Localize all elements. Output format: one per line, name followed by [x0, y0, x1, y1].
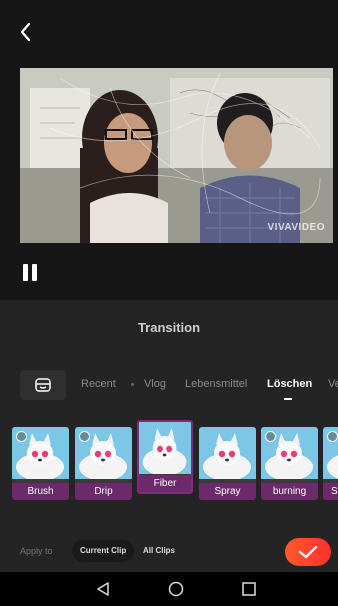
pause-icon	[23, 264, 28, 281]
tab-ve[interactable]: Ve	[328, 378, 338, 390]
transition-label: Spray	[199, 483, 256, 500]
transition-label: S	[323, 483, 338, 500]
back-button[interactable]	[14, 18, 38, 46]
active-tab-indicator	[284, 398, 292, 400]
download-badge-icon	[265, 431, 276, 442]
transition-item-brush[interactable]: Brush	[12, 427, 69, 500]
tab-separator	[131, 383, 134, 386]
all-clips-button[interactable]: All Clips	[135, 540, 183, 562]
download-badge-icon	[327, 431, 338, 442]
store-icon	[35, 378, 51, 392]
chevron-left-icon	[20, 22, 31, 42]
watermark-text: VIVAVIDEO	[267, 222, 325, 233]
category-tabs: Recent Vlog Lebensmittel Löschen Ve	[0, 370, 338, 400]
download-badge-icon	[79, 431, 90, 442]
confirm-button[interactable]	[285, 538, 331, 566]
transition-item-burning[interactable]: burning	[261, 427, 318, 500]
checkmark-icon	[298, 545, 318, 559]
pause-button[interactable]	[22, 264, 40, 284]
video-preview[interactable]: VIVAVIDEO	[20, 68, 333, 243]
download-badge-icon	[16, 431, 27, 442]
transition-item-fiber[interactable]: Fiber	[137, 420, 193, 494]
transition-item-spray[interactable]: Spray	[199, 427, 256, 500]
circle-home-icon	[168, 581, 184, 597]
nav-recents-button[interactable]	[240, 580, 258, 598]
nav-back-button[interactable]	[94, 580, 112, 598]
tab-lebensmittel[interactable]: Lebensmittel	[185, 378, 247, 390]
current-clip-button[interactable]: Current Clip	[72, 540, 135, 562]
system-nav-bar	[0, 572, 338, 606]
tab-recent[interactable]: Recent	[81, 378, 116, 390]
video-frame-image	[20, 68, 333, 243]
nav-home-button[interactable]	[167, 580, 185, 598]
transition-label: burning	[261, 483, 318, 500]
transition-item-partial[interactable]: S	[323, 427, 338, 500]
apply-to-label: Apply to	[20, 546, 53, 556]
apply-options: Apply to Current Clip All Clips	[0, 532, 338, 572]
square-recents-icon	[242, 582, 256, 596]
store-button[interactable]	[20, 370, 66, 400]
preview-area: VIVAVIDEO	[0, 0, 338, 300]
transition-list: Brush Drip Fiber Spray burning S	[0, 420, 338, 502]
dog-thumbnail-image	[199, 427, 256, 479]
tab-loeschen[interactable]: Löschen	[267, 378, 312, 390]
transition-label: Drip	[75, 483, 132, 500]
transition-label: Brush	[12, 483, 69, 500]
transition-item-drip[interactable]: Drip	[75, 427, 132, 500]
transition-label: Fiber	[139, 475, 191, 492]
panel-title: Transition	[137, 320, 201, 335]
dog-thumbnail-image	[139, 422, 191, 474]
triangle-back-icon	[97, 582, 109, 596]
tab-vlog[interactable]: Vlog	[144, 378, 166, 390]
transition-panel: Transition Recent Vlog Lebensmittel Lösc…	[0, 300, 338, 572]
